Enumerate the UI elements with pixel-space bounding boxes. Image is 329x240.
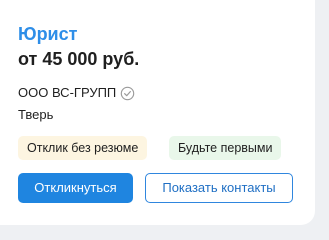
company-name-link[interactable]: ООО ВС-ГРУПП — [18, 84, 116, 102]
show-contacts-button[interactable]: Показать контакты — [145, 173, 293, 203]
vacancy-title-link[interactable]: Юрист — [18, 23, 77, 45]
check-circle-icon — [120, 86, 135, 101]
respond-button[interactable]: Откликнуться — [18, 173, 133, 203]
tag-no-resume: Отклик без резюме — [18, 136, 148, 160]
tag-be-first: Будьте первыми — [169, 136, 282, 160]
vacancy-city: Тверь — [18, 107, 54, 122]
vacancy-salary: от 45 000 руб. — [18, 49, 140, 69]
company-row: ООО ВС-ГРУПП — [18, 84, 135, 102]
vacancy-card: Юрист от 45 000 руб. ООО ВС-ГРУПП Тверь … — [0, 0, 315, 225]
